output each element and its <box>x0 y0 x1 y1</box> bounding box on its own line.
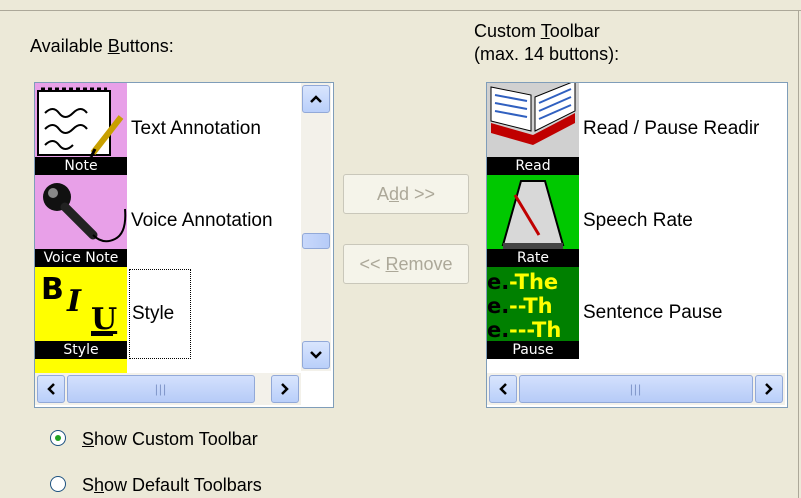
scroll-right-button[interactable] <box>755 375 783 403</box>
partial-list-item <box>35 359 127 373</box>
chevron-up-icon <box>310 95 322 103</box>
group-frame-right <box>798 10 799 498</box>
item-label: Sentence Pause <box>583 302 723 323</box>
item-label: Style <box>129 269 191 359</box>
scroll-left-button[interactable] <box>37 375 65 403</box>
svg-text:-The: -The <box>509 270 558 294</box>
list-item[interactable]: Note Text Annotation <box>35 83 315 175</box>
svg-text:e.: e. <box>487 318 509 342</box>
horizontal-scrollbar[interactable]: ||| <box>35 373 301 405</box>
note-icon: Note <box>35 83 127 175</box>
item-label: Text Annotation <box>131 118 261 139</box>
custom-toolbar-max-label: (max. 14 buttons): <box>474 44 620 64</box>
available-buttons-list[interactable]: Note Text Annotation Voice Note Voice An… <box>34 82 334 408</box>
show-default-toolbars-option[interactable]: Show Default Toolbars <box>50 474 330 496</box>
horizontal-scroll-thumb[interactable]: ||| <box>67 375 255 403</box>
vertical-scrollbar[interactable] <box>301 83 331 371</box>
list-item[interactable]: Rate Speech Rate <box>487 175 785 267</box>
metronome-icon: Rate <box>487 175 579 267</box>
svg-text:---Th: ---Th <box>509 318 561 342</box>
item-caption: Voice Note <box>35 249 127 267</box>
horizontal-scroll-thumb[interactable]: ||| <box>519 375 753 403</box>
show-custom-toolbar-option[interactable]: Show Custom Toolbar <box>50 428 330 450</box>
book-icon: Read <box>487 83 579 175</box>
add-button[interactable]: Add >> <box>343 174 469 214</box>
chevron-left-icon <box>47 383 55 395</box>
horizontal-scrollbar[interactable]: ||| <box>487 373 785 405</box>
scroll-right-button[interactable] <box>271 375 299 403</box>
svg-text:e.: e. <box>487 294 509 318</box>
list-item[interactable]: Read Read / Pause Readir <box>487 83 785 175</box>
item-caption: Pause <box>487 341 579 359</box>
bold-italic-underline-icon: B I U Style <box>35 267 127 359</box>
available-buttons-label: Available Buttons: <box>30 36 174 56</box>
list-item[interactable]: e. -The e. --Th e. ---Th Pause Sentence Pau… <box>487 267 785 359</box>
scroll-down-button[interactable] <box>302 341 330 369</box>
group-frame-top <box>0 10 801 11</box>
sentence-pause-icon: e. -The e. --Th e. ---Th Pause <box>487 267 579 359</box>
svg-text:I: I <box>66 284 82 319</box>
remove-button[interactable]: << Remove <box>343 244 469 284</box>
item-label: Speech Rate <box>583 210 693 231</box>
custom-toolbar-label: Custom Toolbar <box>474 21 600 41</box>
item-label: Voice Annotation <box>131 210 273 231</box>
item-label: Read / Pause Readir <box>583 118 760 139</box>
show-custom-toolbar-radio[interactable] <box>50 430 66 446</box>
list-item[interactable]: B I U Style Style <box>35 267 315 359</box>
scroll-up-button[interactable] <box>302 85 330 113</box>
svg-text:B: B <box>41 272 64 307</box>
item-caption: Note <box>35 157 127 175</box>
chevron-right-icon <box>281 383 289 395</box>
chevron-down-icon <box>310 351 322 359</box>
item-caption: Style <box>35 341 127 359</box>
custom-toolbar-list[interactable]: Read Read / Pause Readir Rate Speech Rat… <box>486 82 788 408</box>
svg-text:U: U <box>91 302 117 337</box>
scroll-left-button[interactable] <box>489 375 517 403</box>
item-caption: Read <box>487 157 579 175</box>
show-default-toolbars-radio[interactable] <box>50 476 66 492</box>
chevron-right-icon <box>765 383 773 395</box>
show-default-toolbars-label: Show Default Toolbars <box>82 475 262 495</box>
list-item[interactable]: Voice Note Voice Annotation <box>35 175 315 267</box>
vertical-scroll-thumb[interactable] <box>302 233 330 249</box>
svg-text:--Th: --Th <box>509 294 553 318</box>
item-caption: Rate <box>487 249 579 267</box>
svg-text:e.: e. <box>487 270 509 294</box>
chevron-left-icon <box>499 383 507 395</box>
microphone-icon: Voice Note <box>35 175 127 267</box>
show-custom-toolbar-label: Show Custom Toolbar <box>82 429 258 449</box>
